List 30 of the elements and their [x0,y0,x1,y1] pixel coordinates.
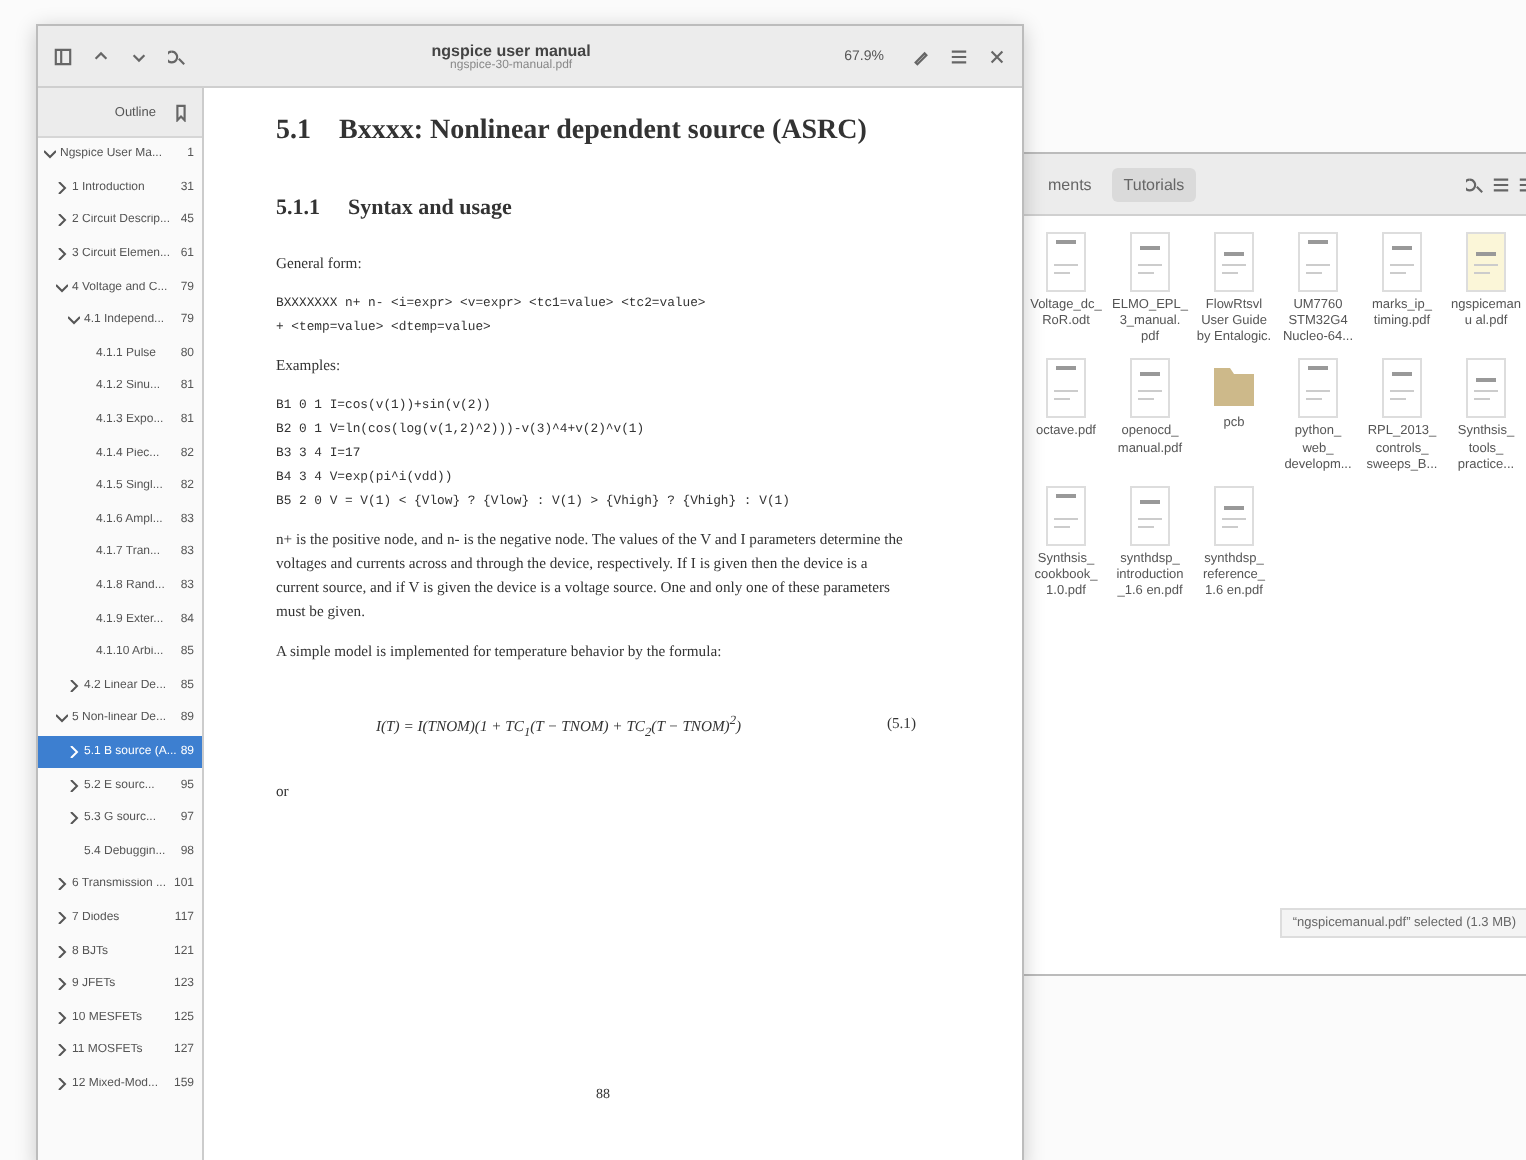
bookmark-icon [172,103,190,121]
path-crumb[interactable]: Tutorials [1111,167,1197,201]
document-thumbnail-icon[interactable] [1130,358,1170,419]
document-thumbnail-icon[interactable] [1382,358,1422,419]
document-thumbnail-icon[interactable] [1130,485,1170,546]
document-thumbnail-icon[interactable] [1214,232,1254,292]
sidebar-icon [54,47,72,65]
document-thumbnail-icon[interactable] [1298,358,1338,419]
document-thumbnail-icon[interactable] [1466,358,1506,419]
window-title: ngspice user manual [431,41,591,59]
close-icon [988,47,1006,65]
search-icon [168,47,186,65]
sidebar-toggle-button[interactable] [50,43,76,69]
document-thumbnail-icon[interactable] [1214,485,1254,546]
document-thumbnail-icon[interactable] [1046,232,1086,292]
document-thumbnail-icon[interactable] [1130,232,1170,292]
subsection-heading: Syntax and usage [348,196,512,220]
search-icon [1466,175,1484,193]
document-thumbnail-icon[interactable] [1466,232,1506,292]
section-number: 5.1 [276,116,311,148]
document-thumbnail-icon[interactable] [1046,485,1086,546]
section-heading: Bxxxx: Nonlinear dependent source (ASRC) [339,116,867,148]
pencil-icon [912,47,930,65]
document-thumbnail-icon[interactable] [1382,232,1422,292]
path-crumb[interactable]: ments [1036,167,1104,201]
list-view-icon [1492,175,1510,193]
document-thumbnail-icon[interactable] [1046,358,1086,419]
document-thumbnail-icon[interactable] [1298,232,1338,292]
menu-icon [950,47,968,65]
subsection-number: 5.1.1 [276,196,320,220]
